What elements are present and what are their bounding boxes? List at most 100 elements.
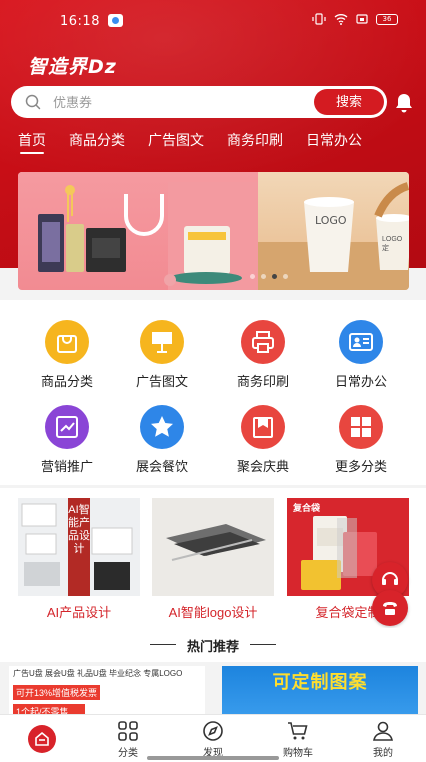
category-icon-bg: [339, 320, 383, 364]
category-item-daily-office[interactable]: 日常办公: [321, 320, 401, 390]
nav-home[interactable]: [28, 725, 56, 753]
nav-category[interactable]: 分类: [98, 719, 158, 759]
grid-icon: [351, 417, 371, 437]
product-headline: 可定制图案: [272, 672, 368, 692]
logo-3d-illustration: [166, 524, 266, 561]
notification-app-icon: [108, 14, 123, 27]
category-icon-bg: [140, 405, 184, 449]
divider-line: [250, 644, 276, 645]
banner-cup-text: LOGO定: [382, 236, 403, 252]
search-icon: [25, 94, 41, 110]
app-logo: 智造界Dz: [28, 56, 117, 78]
product-card-usb[interactable]: 广告U盘 展会U盘 礼品U盘 毕业纪念 专属LOGO 可开13%增值税发票 1个…: [9, 666, 205, 720]
cart-icon: [288, 722, 308, 740]
status-bar: 16:18 36: [0, 0, 426, 40]
bell-icon[interactable]: [394, 92, 414, 114]
banner-slide-packaging: [18, 172, 258, 290]
home-gesture-bar[interactable]: [147, 756, 279, 760]
category-icon-bg: [140, 320, 184, 364]
id-card-icon: [349, 333, 373, 351]
category-icon-bg: [45, 320, 89, 364]
category-icon-bg: [339, 405, 383, 449]
promo-caption: AI产品设计: [46, 605, 112, 620]
category-label: 更多分类: [334, 459, 387, 474]
banner-slide-cups: LOGO LOGO定: [258, 172, 409, 290]
tab-home[interactable]: 首页: [18, 130, 46, 160]
search-bar[interactable]: 搜索: [11, 86, 387, 118]
billboard-icon: [152, 332, 172, 353]
screen-cast-icon: [356, 13, 368, 25]
carousel-dot: [283, 274, 288, 279]
nav-cart[interactable]: 购物车: [268, 719, 328, 759]
battery-indicator: 36: [376, 13, 398, 25]
category-item-product[interactable]: 商品分类: [27, 320, 107, 390]
printer-icon: [252, 331, 274, 353]
shopping-bag-icon: [57, 335, 77, 353]
user-icon: [373, 721, 393, 741]
carousel-dot: [261, 274, 266, 279]
category-label: 广告图文: [135, 374, 188, 389]
phone-call-button[interactable]: [372, 590, 408, 626]
home-icon: [35, 731, 49, 746]
promo-card-ai-logo[interactable]: AI智能logo设计: [152, 498, 274, 622]
ai-design-overlay: AI智能产品设计: [68, 498, 90, 596]
category-tabs: 首页 商品分类 广告图文 商务印刷 日常办公: [18, 130, 385, 160]
promo-tag: 复合袋: [293, 503, 321, 513]
carousel-dot-active: [272, 274, 277, 279]
nav-label: 购物车: [283, 748, 313, 759]
recommend-list: 广告U盘 展会U盘 礼品U盘 毕业纪念 专属LOGO 可开13%增值税发票 1个…: [0, 662, 426, 720]
wifi-icon: [334, 13, 348, 25]
banner-carousel[interactable]: LOGO LOGO定: [18, 172, 409, 290]
carousel-dot: [250, 274, 255, 279]
star-icon: [151, 416, 173, 437]
category-item-business-printing[interactable]: 商务印刷: [223, 320, 303, 390]
search-button[interactable]: 搜索: [314, 89, 384, 115]
hot-recommend-header: 热门推荐: [0, 628, 426, 664]
invoice-badge: 可开13%增值税发票: [13, 685, 101, 700]
category-label: 商务印刷: [236, 374, 289, 389]
tab-product-category[interactable]: 商品分类: [69, 130, 125, 160]
packaging-illustration: [38, 182, 258, 290]
bottom-nav: 分类 发现 购物车 我的: [0, 714, 426, 762]
promo-image: [152, 498, 274, 596]
category-icon-bg: [241, 405, 285, 449]
trend-chart-icon: [56, 416, 78, 438]
product-tags: 广告U盘 展会U盘 礼品U盘 毕业纪念 专属LOGO: [13, 669, 183, 678]
category-icon: [118, 721, 138, 741]
cups-illustration: [258, 182, 409, 290]
category-label: 聚会庆典: [236, 459, 289, 474]
category-label: 商品分类: [40, 374, 93, 389]
hot-recommend-title: 热门推荐: [186, 639, 239, 654]
promo-caption: AI智能logo设计: [168, 605, 258, 620]
nav-label: 分类: [118, 748, 138, 759]
category-icon-bg: [45, 405, 89, 449]
category-label: 展会餐饮: [135, 459, 188, 474]
tab-ad-graphics[interactable]: 广告图文: [148, 130, 204, 160]
category-grid: 商品分类 广告图文 商务印刷 日常办公 营销推广 展会餐饮 聚会庆典 更多分类: [0, 300, 426, 485]
tab-business-printing[interactable]: 商务印刷: [227, 130, 283, 160]
search-input[interactable]: [53, 86, 303, 118]
category-item-ad-graphics[interactable]: 广告图文: [122, 320, 202, 390]
category-item-more[interactable]: 更多分类: [321, 405, 401, 475]
compass-icon: [203, 721, 223, 741]
category-item-party-celebration[interactable]: 聚会庆典: [223, 405, 303, 475]
category-item-marketing[interactable]: 营销推广: [27, 405, 107, 475]
banner-logo-text: LOGO: [315, 214, 347, 227]
status-time: 16:18: [60, 14, 100, 29]
promo-card-ai-product[interactable]: AI智能产品设计 AI产品设计: [18, 498, 140, 622]
nav-discover[interactable]: 发现: [183, 719, 243, 759]
nav-mine[interactable]: 我的: [353, 719, 413, 759]
nav-label: 我的: [373, 748, 393, 759]
tab-daily-office[interactable]: 日常办公: [306, 130, 362, 160]
chat-icon: [382, 572, 398, 585]
carousel-dots: [250, 274, 288, 279]
category-icon-bg: [241, 320, 285, 364]
category-label: 营销推广: [40, 459, 93, 474]
vibrate-icon: [312, 13, 326, 25]
product-card-custom-pattern[interactable]: 可定制图案: [222, 666, 418, 720]
system-icons: 36: [312, 13, 398, 25]
promo-image: AI智能产品设计: [18, 498, 140, 596]
promo-section: AI智能产品设计 AI产品设计 AI智能logo设计 复合袋 复合袋定制: [0, 488, 426, 628]
category-item-exhibition-catering[interactable]: 展会餐饮: [122, 405, 202, 475]
gift-icon: [253, 417, 273, 438]
